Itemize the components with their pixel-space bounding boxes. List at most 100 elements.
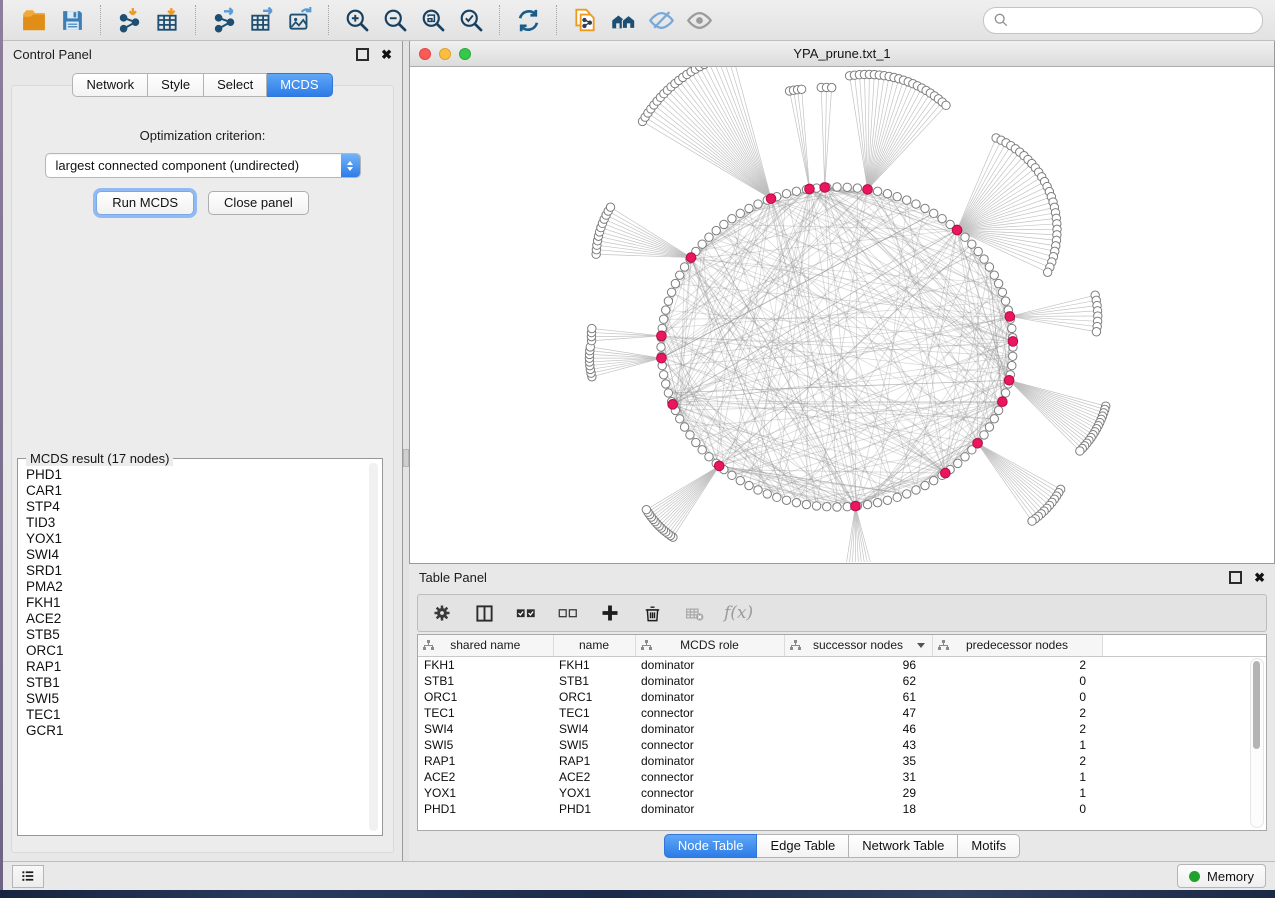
mcds-result-item[interactable]: CAR1 [26,483,366,499]
table-cell-shared_name[interactable]: PHD1 [418,801,553,817]
table-cell-shared_name[interactable]: TEC1 [418,705,553,721]
zoom-out-button[interactable] [376,4,414,36]
table-cell-predecessor_nodes[interactable]: 2 [932,753,1102,769]
table-cell-name[interactable]: YOX1 [553,785,635,801]
show-all-button[interactable] [680,4,718,36]
table-cell-name[interactable]: ORC1 [553,689,635,705]
minimize-window-button[interactable] [439,48,451,60]
table-cell-mcds_role[interactable]: dominator [635,801,784,817]
table-cell-mcds_role[interactable]: connector [635,737,784,753]
first-neighbors-button[interactable] [604,4,642,36]
column-header[interactable]: name [553,635,635,656]
clone-network-button[interactable] [566,4,604,36]
mcds-result-item[interactable]: STB5 [26,627,366,643]
mcds-result-item[interactable]: RAP1 [26,659,366,675]
table-cell-predecessor_nodes[interactable]: 0 [932,673,1102,689]
close-panel-icon[interactable]: ✖ [1254,571,1265,584]
task-history-button[interactable] [12,865,44,888]
table-row[interactable]: STB1STB1dominator620 [418,673,1266,689]
column-header[interactable]: predecessor nodes [932,635,1102,656]
run-mcds-button[interactable]: Run MCDS [96,191,194,215]
mcds-result-item[interactable]: YOX1 [26,531,366,547]
table-cell-predecessor_nodes[interactable]: 2 [932,705,1102,721]
table-cell-predecessor_nodes[interactable]: 1 [932,785,1102,801]
mcds-result-item[interactable]: TEC1 [26,707,366,723]
table-cell-name[interactable]: STB1 [553,673,635,689]
function-builder-button[interactable]: f(x) [724,601,753,625]
table-row[interactable]: SWI4SWI4dominator462 [418,721,1266,737]
search-field[interactable] [983,7,1263,34]
table-cell-mcds_role[interactable]: connector [635,705,784,721]
close-panel-button[interactable]: Close panel [208,191,309,215]
table-cell-mcds_role[interactable]: dominator [635,656,784,673]
zoom-selected-button[interactable] [452,4,490,36]
table-cell-predecessor_nodes[interactable]: 0 [932,801,1102,817]
network-canvas[interactable] [410,67,1274,563]
table-cell-mcds_role[interactable]: connector [635,785,784,801]
table-row[interactable]: RAP1RAP1dominator352 [418,753,1266,769]
import-network-button[interactable] [110,4,148,36]
column-header[interactable]: successor nodes [784,635,932,656]
table-row[interactable]: SWI5SWI5connector431 [418,737,1266,753]
table-row[interactable]: TEC1TEC1connector472 [418,705,1266,721]
table-cell-successor_nodes[interactable]: 47 [784,705,932,721]
table-cell-successor_nodes[interactable]: 18 [784,801,932,817]
table-cell-mcds_role[interactable]: connector [635,769,784,785]
table-cell-mcds_role[interactable]: dominator [635,673,784,689]
mcds-result-item[interactable]: PHD1 [26,467,366,483]
vertical-splitter[interactable] [402,41,409,861]
table-scrollbar-thumb[interactable] [1253,661,1260,749]
table-cell-name[interactable]: ACE2 [553,769,635,785]
table-cell-shared_name[interactable]: ORC1 [418,689,553,705]
table-cell-predecessor_nodes[interactable]: 1 [932,737,1102,753]
node-table[interactable]: shared namenameMCDS rolesuccessor nodesp… [417,634,1267,831]
import-table-button[interactable] [148,4,186,36]
show-column-panel-button[interactable] [472,601,496,625]
tab-network-table[interactable]: Network Table [849,834,958,858]
table-cell-mcds_role[interactable]: dominator [635,721,784,737]
delete-table-button[interactable] [682,601,706,625]
mcds-result-item[interactable]: TID3 [26,515,366,531]
save-session-button[interactable] [53,4,91,36]
tab-style[interactable]: Style [148,73,204,97]
table-row[interactable]: YOX1YOX1connector291 [418,785,1266,801]
table-cell-successor_nodes[interactable]: 61 [784,689,932,705]
table-row[interactable]: PHD1PHD1dominator180 [418,801,1266,817]
splitter-grip[interactable] [403,449,409,467]
table-cell-shared_name[interactable]: RAP1 [418,753,553,769]
table-cell-successor_nodes[interactable]: 35 [784,753,932,769]
close-panel-icon[interactable]: ✖ [381,48,392,61]
table-cell-shared_name[interactable]: SWI5 [418,737,553,753]
table-cell-name[interactable]: SWI4 [553,721,635,737]
table-cell-shared_name[interactable]: YOX1 [418,785,553,801]
hide-selected-button[interactable] [642,4,680,36]
mcds-result-item[interactable]: FKH1 [26,595,366,611]
table-cell-name[interactable]: TEC1 [553,705,635,721]
table-cell-shared_name[interactable]: SWI4 [418,721,553,737]
table-cell-name[interactable]: RAP1 [553,753,635,769]
zoom-fit-button[interactable] [414,4,452,36]
table-cell-name[interactable]: PHD1 [553,801,635,817]
new-column-button[interactable] [598,601,622,625]
mcds-result-item[interactable]: ORC1 [26,643,366,659]
float-panel-icon[interactable] [1229,571,1242,584]
table-row[interactable]: FKH1FKH1dominator962 [418,656,1266,673]
tab-edge-table[interactable]: Edge Table [757,834,849,858]
tab-select[interactable]: Select [204,73,267,97]
zoom-in-button[interactable] [338,4,376,36]
table-cell-predecessor_nodes[interactable]: 2 [932,656,1102,673]
column-header[interactable]: MCDS role [635,635,784,656]
table-cell-successor_nodes[interactable]: 62 [784,673,932,689]
network-graph[interactable] [410,67,1274,562]
table-cell-successor_nodes[interactable]: 46 [784,721,932,737]
table-cell-shared_name[interactable]: ACE2 [418,769,553,785]
apply-layout-button[interactable] [509,4,547,36]
tab-mcds[interactable]: MCDS [267,73,332,97]
maximize-window-button[interactable] [459,48,471,60]
mcds-result-item[interactable]: SWI5 [26,691,366,707]
criterion-select[interactable]: largest connected component (undirected) [45,153,361,178]
tab-node-table[interactable]: Node Table [664,834,758,858]
table-cell-successor_nodes[interactable]: 29 [784,785,932,801]
table-cell-predecessor_nodes[interactable]: 1 [932,769,1102,785]
float-panel-icon[interactable] [356,48,369,61]
